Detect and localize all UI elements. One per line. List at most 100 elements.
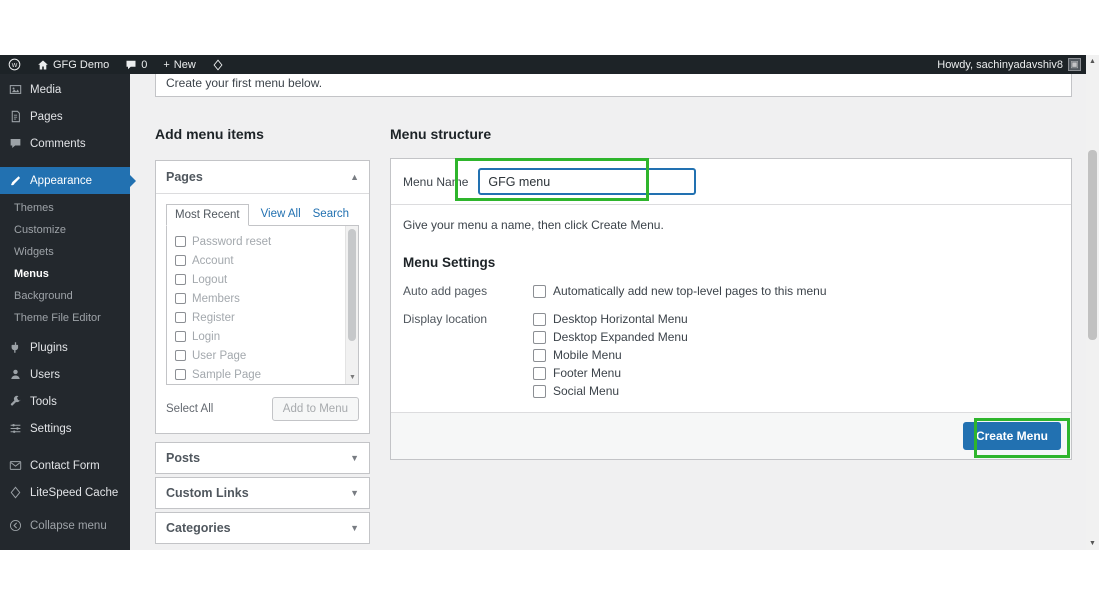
plugins-icon [9,341,22,354]
page-checkbox-item[interactable]: Members [167,289,344,308]
location-option-desktop-expanded[interactable]: Desktop Expanded Menu [533,330,688,344]
checkbox[interactable] [175,274,186,285]
pages-panel-title: Pages [166,170,203,184]
checkbox[interactable] [533,385,546,398]
menu-settings-section: Menu Settings Auto add pages Automatical… [391,241,1071,412]
plus-icon: + [163,59,169,71]
menu-structure-footer: Create Menu [391,412,1071,459]
page-checkbox-item[interactable]: Sample Page [167,365,344,384]
auto-add-pages-option[interactable]: Automatically add new top-level pages to… [533,284,827,298]
sidebar-item-contact-form[interactable]: Contact Form [0,452,130,479]
site-name: GFG Demo [53,59,109,71]
submenu-item-background[interactable]: Background [0,285,130,307]
pages-panel-actions: Select All Add to Menu [166,397,359,421]
tab-search[interactable]: Search [313,204,349,226]
sidebar-item-plugins[interactable]: Plugins [0,334,130,361]
page-checkbox-item[interactable]: Logout [167,270,344,289]
create-menu-button[interactable]: Create Menu [963,422,1061,450]
scroll-down-icon[interactable]: ▼ [1086,537,1099,550]
accordion-posts[interactable]: Posts ▼ [155,442,370,474]
sidebar-item-users[interactable]: Users [0,361,130,388]
collapse-panel-icon[interactable]: ▲ [350,172,359,182]
submenu-item-theme-file-editor[interactable]: Theme File Editor [0,307,130,329]
display-location-options: Desktop Horizontal Menu Desktop Expanded… [533,312,688,402]
sidebar-item-appearance[interactable]: Appearance [0,167,130,194]
comments-shortcut[interactable]: 0 [117,55,155,74]
sidebar-label: LiteSpeed Cache [30,487,118,499]
avatar: ▣ [1068,58,1081,71]
sidebar-item-tools[interactable]: Tools [0,388,130,415]
comment-count: 0 [141,59,147,71]
page-checkbox-item[interactable]: User Page [167,346,344,365]
site-name-link[interactable]: GFG Demo [29,55,117,74]
checkbox[interactable] [533,349,546,362]
page-checkbox-item[interactable]: Login [167,327,344,346]
new-label: New [174,59,196,71]
page-checkbox-item[interactable]: Register [167,308,344,327]
sidebar-label: Collapse menu [30,520,107,532]
media-icon [9,83,22,96]
admin-sidebar: Media Pages Comments Appearance Themes C… [0,74,130,550]
list-scrollbar-thumb[interactable] [348,229,356,341]
checkbox[interactable] [175,369,186,380]
sidebar-item-collapse-menu[interactable]: Collapse menu [0,512,130,539]
checkbox[interactable] [533,313,546,326]
sidebar-label: Settings [30,423,72,435]
pages-panel-header[interactable]: Pages ▲ [156,161,369,194]
expand-panel-icon: ▼ [350,453,359,463]
scroll-down-icon[interactable]: ▼ [346,370,359,384]
checkbox[interactable] [175,236,186,247]
checkbox[interactable] [175,350,186,361]
page-scrollbar-thumb[interactable] [1088,150,1097,340]
submenu-item-customize[interactable]: Customize [0,219,130,241]
page-scrollbar[interactable]: ▲ ▼ [1086,55,1099,550]
tab-most-recent[interactable]: Most Recent [166,204,249,226]
sidebar-label: Comments [30,138,86,150]
new-content-menu[interactable]: + New [155,55,203,74]
display-location-row: Display location Desktop Horizontal Menu… [403,312,1059,402]
page-checkbox-item[interactable]: Password reset [167,232,344,251]
litespeed-adminbar-button[interactable] [204,55,232,74]
sidebar-label: Contact Form [30,460,100,472]
auto-add-pages-label: Auto add pages [403,284,533,302]
checkbox[interactable] [533,331,546,344]
sidebar-item-pages[interactable]: Pages [0,103,130,130]
select-all-link[interactable]: Select All [166,403,213,415]
tab-view-all[interactable]: View All [261,204,301,226]
checkbox[interactable] [175,312,186,323]
menu-name-row: Menu Name [391,159,1071,205]
list-scrollbar[interactable]: ▼ [345,226,358,384]
location-option-mobile[interactable]: Mobile Menu [533,348,688,362]
sidebar-item-media[interactable]: Media [0,76,130,103]
accordion-categories[interactable]: Categories ▼ [155,512,370,544]
page-checkbox-item[interactable]: Account [167,251,344,270]
submenu-item-menus[interactable]: Menus [0,263,130,285]
add-menu-items-heading: Add menu items [155,126,264,142]
admin-bar-account[interactable]: Howdy, sachinyadavshiv8 ▣ [937,58,1086,71]
wordpress-admin-screen: W GFG Demo 0 + New Howdy, sachinyadavshi… [0,0,1100,600]
checkbox[interactable] [175,293,186,304]
wordpress-logo-icon: W [8,58,21,71]
checkbox[interactable] [533,367,546,380]
scroll-up-icon[interactable]: ▲ [1086,55,1099,68]
location-option-social[interactable]: Social Menu [533,384,688,398]
wordpress-logo-menu[interactable]: W [0,55,29,74]
expand-panel-icon: ▼ [350,488,359,498]
submenu-item-themes[interactable]: Themes [0,197,130,219]
current-item-arrow [130,175,136,187]
checkbox[interactable] [533,285,546,298]
first-menu-notice: Create your first menu below. [155,74,1072,97]
sidebar-item-comments[interactable]: Comments [0,130,130,157]
add-to-menu-button[interactable]: Add to Menu [272,397,359,421]
menu-structure-heading: Menu structure [390,126,491,142]
submenu-item-widgets[interactable]: Widgets [0,241,130,263]
accordion-custom-links[interactable]: Custom Links ▼ [155,477,370,509]
sidebar-item-litespeed-cache[interactable]: LiteSpeed Cache [0,479,130,506]
menu-name-input[interactable] [478,168,696,195]
comment-bubble-icon [125,59,137,71]
checkbox[interactable] [175,331,186,342]
location-option-desktop-horizontal[interactable]: Desktop Horizontal Menu [533,312,688,326]
sidebar-item-settings[interactable]: Settings [0,415,130,442]
location-option-footer[interactable]: Footer Menu [533,366,688,380]
checkbox[interactable] [175,255,186,266]
